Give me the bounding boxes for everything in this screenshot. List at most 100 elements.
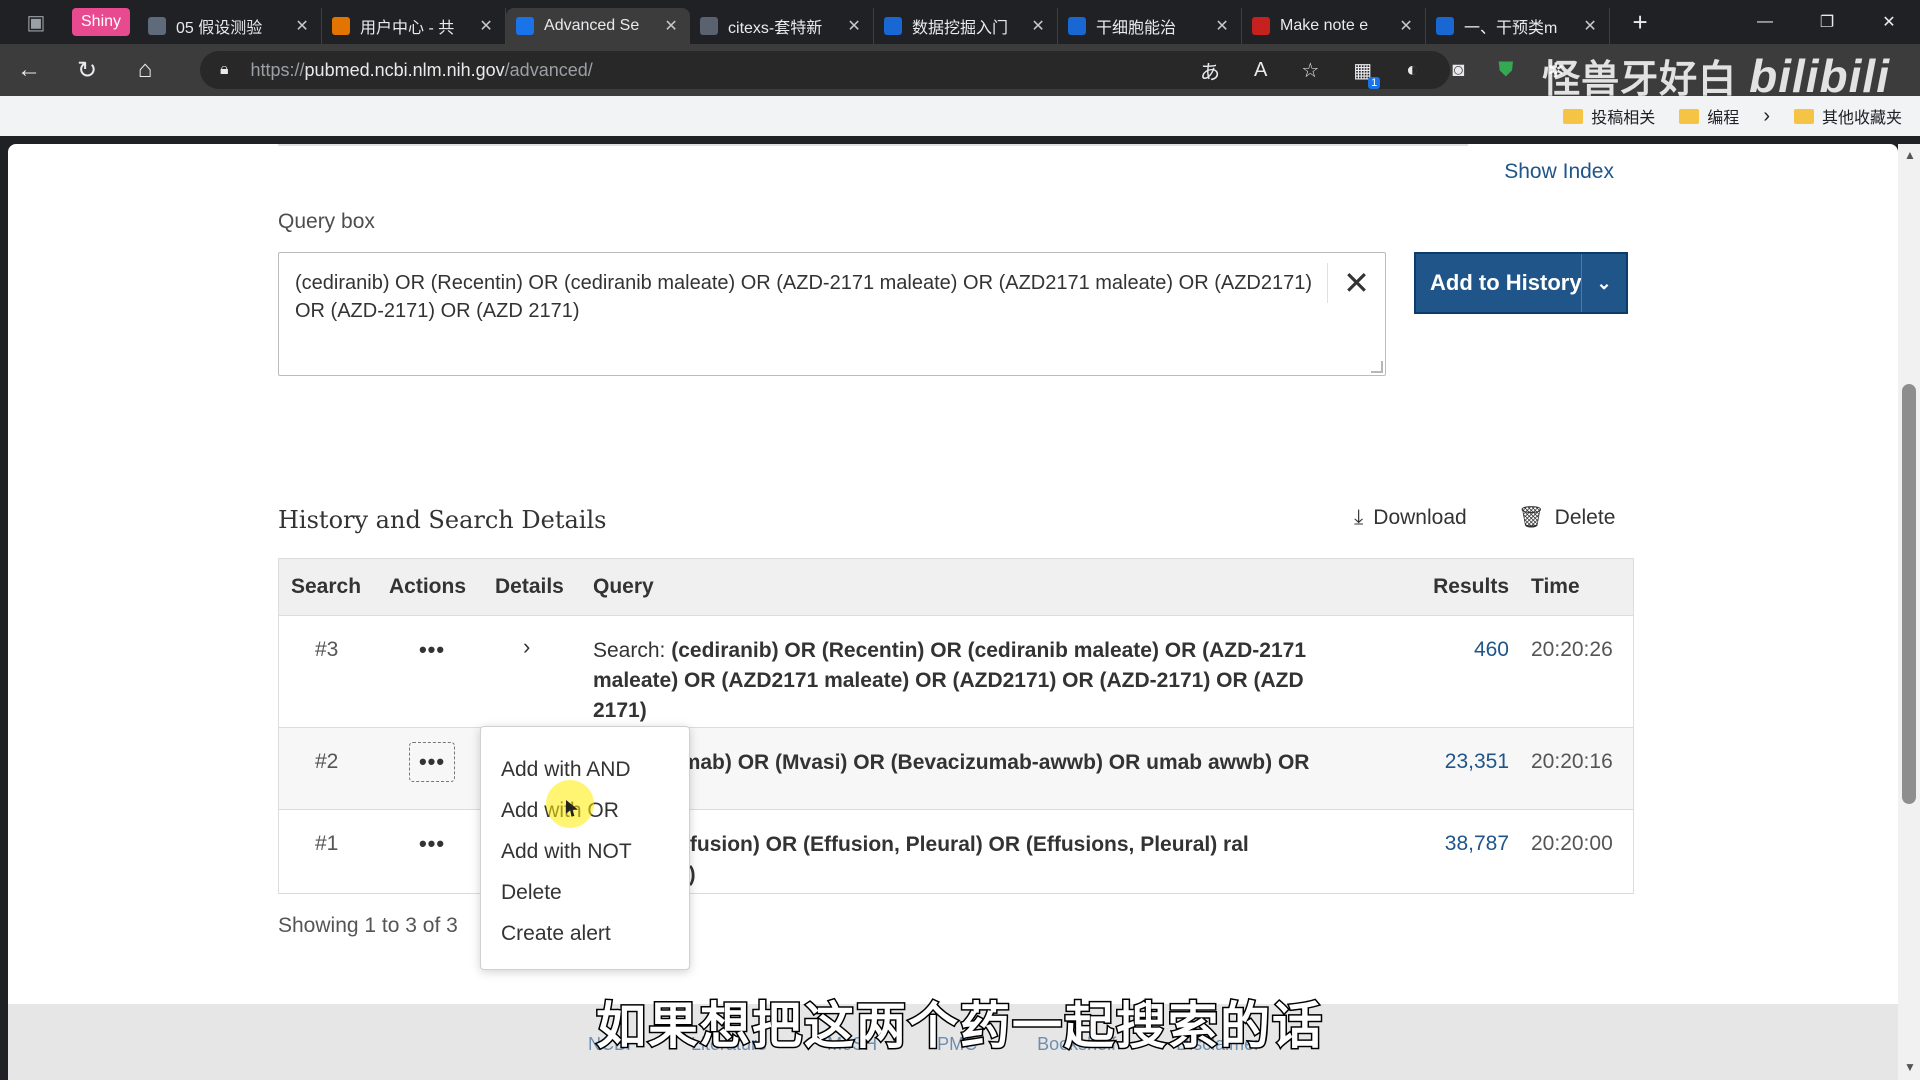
tab-8[interactable]: 一、干预类m ✕ bbox=[1426, 8, 1611, 44]
calendar-icon bbox=[148, 17, 167, 35]
minimize-icon[interactable]: — bbox=[1734, 0, 1796, 44]
actions-more-icon[interactable]: ••• bbox=[409, 824, 455, 864]
tab-6[interactable]: 干细胞能治 ✕ bbox=[1058, 8, 1243, 44]
pubmed-icon bbox=[516, 17, 535, 35]
trash-icon: 🗑︎ bbox=[1518, 506, 1545, 529]
bookmark-folder[interactable]: 投稿相关 bbox=[1563, 104, 1655, 128]
tab-close-icon[interactable]: ✕ bbox=[1581, 16, 1599, 36]
col-actions: Actions bbox=[389, 575, 467, 598]
workspaces-icon[interactable]: ▣ bbox=[0, 0, 72, 44]
favorite-star-icon[interactable]: ☆ bbox=[1301, 58, 1319, 83]
pagination-summary: Showing 1 to 3 of 3 bbox=[278, 914, 458, 937]
query-box-label: Query box bbox=[278, 210, 375, 233]
menu-add-with-not[interactable]: Add with NOT bbox=[481, 831, 689, 872]
folder-icon bbox=[1563, 108, 1584, 124]
search-number: #2 bbox=[315, 750, 339, 773]
restore-icon[interactable]: ❐ bbox=[1796, 0, 1858, 44]
scroll-up-icon[interactable]: ▲ bbox=[1904, 148, 1916, 162]
query-text: Search: (cediranib) OR (Recentin) OR (ce… bbox=[593, 639, 1307, 722]
shield-icon[interactable]: ⛊ bbox=[1498, 59, 1513, 82]
extension-icon[interactable]: ◐ bbox=[1406, 59, 1418, 82]
tab-close-icon[interactable]: ✕ bbox=[477, 16, 495, 36]
back-icon[interactable]: ← bbox=[0, 44, 58, 96]
window-controls: — ❐ ✕ bbox=[1734, 0, 1920, 44]
bookmark-folder-other[interactable]: 其他收藏夹 bbox=[1793, 104, 1902, 128]
extension-badge-icon[interactable]: ▦ 1 bbox=[1353, 58, 1381, 89]
zhihu-icon bbox=[1436, 17, 1455, 35]
tab-close-icon[interactable]: ✕ bbox=[662, 16, 680, 36]
window-close-icon[interactable]: ✕ bbox=[1858, 0, 1920, 44]
query-text: bevacizumab) OR (Mvasi) OR (Bevacizumab-… bbox=[593, 751, 1310, 804]
home-icon[interactable]: ⌂ bbox=[116, 44, 174, 96]
results-count-link[interactable]: 460 bbox=[1474, 638, 1509, 662]
download-button[interactable]: ⤓ Download bbox=[1354, 506, 1467, 530]
tab-close-icon[interactable]: ✕ bbox=[845, 16, 863, 36]
url-text: https://pubmed.ncbi.nlm.nih.gov/advanced… bbox=[250, 59, 593, 80]
actions-more-icon[interactable]: ••• bbox=[409, 742, 455, 782]
scroll-down-icon[interactable]: ▼ bbox=[1904, 1060, 1916, 1074]
page-viewport: Show Index Query box (cediranib) OR (Rec… bbox=[8, 144, 1898, 1080]
tab-close-icon[interactable]: ✕ bbox=[1213, 16, 1231, 36]
extension-mask-icon[interactable]: ◙ bbox=[1452, 59, 1464, 82]
menu-delete[interactable]: Delete bbox=[481, 872, 689, 913]
new-tab-button[interactable]: + bbox=[1622, 7, 1658, 38]
translate-icon[interactable]: あ bbox=[1200, 56, 1220, 85]
delete-button[interactable]: 🗑︎ Delete bbox=[1518, 506, 1615, 530]
tab-7[interactable]: Make note e ✕ bbox=[1242, 8, 1427, 44]
clear-query-icon[interactable]: ✕ bbox=[1327, 263, 1385, 303]
lock-icon[interactable]: 🔒︎ bbox=[220, 61, 229, 79]
search-time: 20:20:00 bbox=[1531, 832, 1613, 855]
col-results: Results bbox=[1433, 575, 1509, 598]
table-row: #3 ••• › Search: (cediranib) OR (Recenti… bbox=[279, 615, 1633, 727]
search-number: #3 bbox=[315, 638, 339, 661]
extension-icons: あ A ☆ ▦ 1 ◐ ◙ ⛊ ✲ bbox=[1200, 44, 1564, 96]
tab-close-icon[interactable]: ✕ bbox=[293, 16, 311, 36]
browser-tab-strip: ▣ Shiny 05 假设测验 ✕ 用户中心 - 共 ✕ Advanced Se ✕ … bbox=[0, 0, 1920, 44]
tab-5[interactable]: 数据挖掘入门 ✕ bbox=[874, 8, 1059, 44]
add-to-history-button[interactable]: Add to History ⌄ bbox=[1414, 252, 1628, 314]
menu-add-with-and[interactable]: Add with AND bbox=[481, 749, 689, 790]
col-time: Time bbox=[1531, 575, 1580, 598]
chevron-down-icon[interactable]: ⌄ bbox=[1582, 254, 1626, 312]
folder-icon bbox=[1793, 108, 1814, 124]
resize-handle[interactable] bbox=[1371, 361, 1383, 373]
video-watermark: 怪兽牙好白 bilibili bbox=[1542, 50, 1890, 102]
cloud-icon bbox=[332, 17, 351, 35]
reload-icon[interactable]: ↻ bbox=[58, 44, 116, 96]
menu-create-alert[interactable]: Create alert bbox=[481, 913, 689, 954]
actions-dropdown-menu: Add with AND Add with OR Add with NOT De… bbox=[480, 726, 690, 970]
search-time: 20:20:16 bbox=[1531, 750, 1613, 773]
bookmark-folder[interactable]: 编程 bbox=[1679, 104, 1739, 128]
results-count-link[interactable]: 23,351 bbox=[1445, 750, 1509, 774]
read-aloud-icon[interactable]: A bbox=[1254, 59, 1267, 82]
details-chevron-icon[interactable]: › bbox=[523, 634, 530, 660]
table-header: Search Actions Details Query Results Tim… bbox=[279, 559, 1633, 615]
zhihu-icon bbox=[1068, 17, 1087, 35]
search-time: 20:20:26 bbox=[1531, 638, 1613, 661]
col-query: Query bbox=[593, 575, 654, 598]
citexs-icon bbox=[700, 17, 719, 35]
query-text: Pleural Effusion) OR (Effusion, Pleural)… bbox=[593, 833, 1249, 886]
page-scrollbar[interactable]: ▲ ▼ bbox=[1898, 144, 1920, 1080]
results-count-link[interactable]: 38,787 bbox=[1445, 832, 1509, 856]
video-subtitle: 如果想把这两个药一起搜索的话 bbox=[595, 996, 1324, 1057]
tab-active-advanced-search[interactable]: Advanced Se ✕ bbox=[506, 8, 691, 44]
actions-more-icon[interactable]: ••• bbox=[409, 630, 455, 670]
zhihu-icon bbox=[884, 17, 903, 35]
tab-4[interactable]: citexs-套特新 ✕ bbox=[690, 8, 875, 44]
tab-close-icon[interactable]: ✕ bbox=[1029, 16, 1047, 36]
note-icon bbox=[1252, 17, 1271, 35]
bookmarks-bar: 投稿相关 编程 › 其他收藏夹 bbox=[0, 96, 1920, 136]
tab-1[interactable]: 05 假设测验 ✕ bbox=[138, 8, 323, 44]
history-section-title: History and Search Details bbox=[278, 506, 607, 534]
tab-shiny[interactable]: Shiny bbox=[72, 8, 131, 36]
tab-close-icon[interactable]: ✕ bbox=[1397, 16, 1415, 36]
chevron-right-icon[interactable]: › bbox=[1763, 105, 1770, 128]
scrollbar-thumb[interactable] bbox=[1902, 384, 1916, 804]
col-search: Search bbox=[291, 575, 362, 598]
show-index-link[interactable]: Show Index bbox=[1504, 160, 1614, 184]
query-box-textarea[interactable]: (cediranib) OR (Recentin) OR (cediranib … bbox=[278, 252, 1386, 376]
folder-icon bbox=[1679, 108, 1700, 124]
tab-2[interactable]: 用户中心 - 共 ✕ bbox=[322, 8, 507, 44]
col-details: Details bbox=[495, 575, 564, 598]
